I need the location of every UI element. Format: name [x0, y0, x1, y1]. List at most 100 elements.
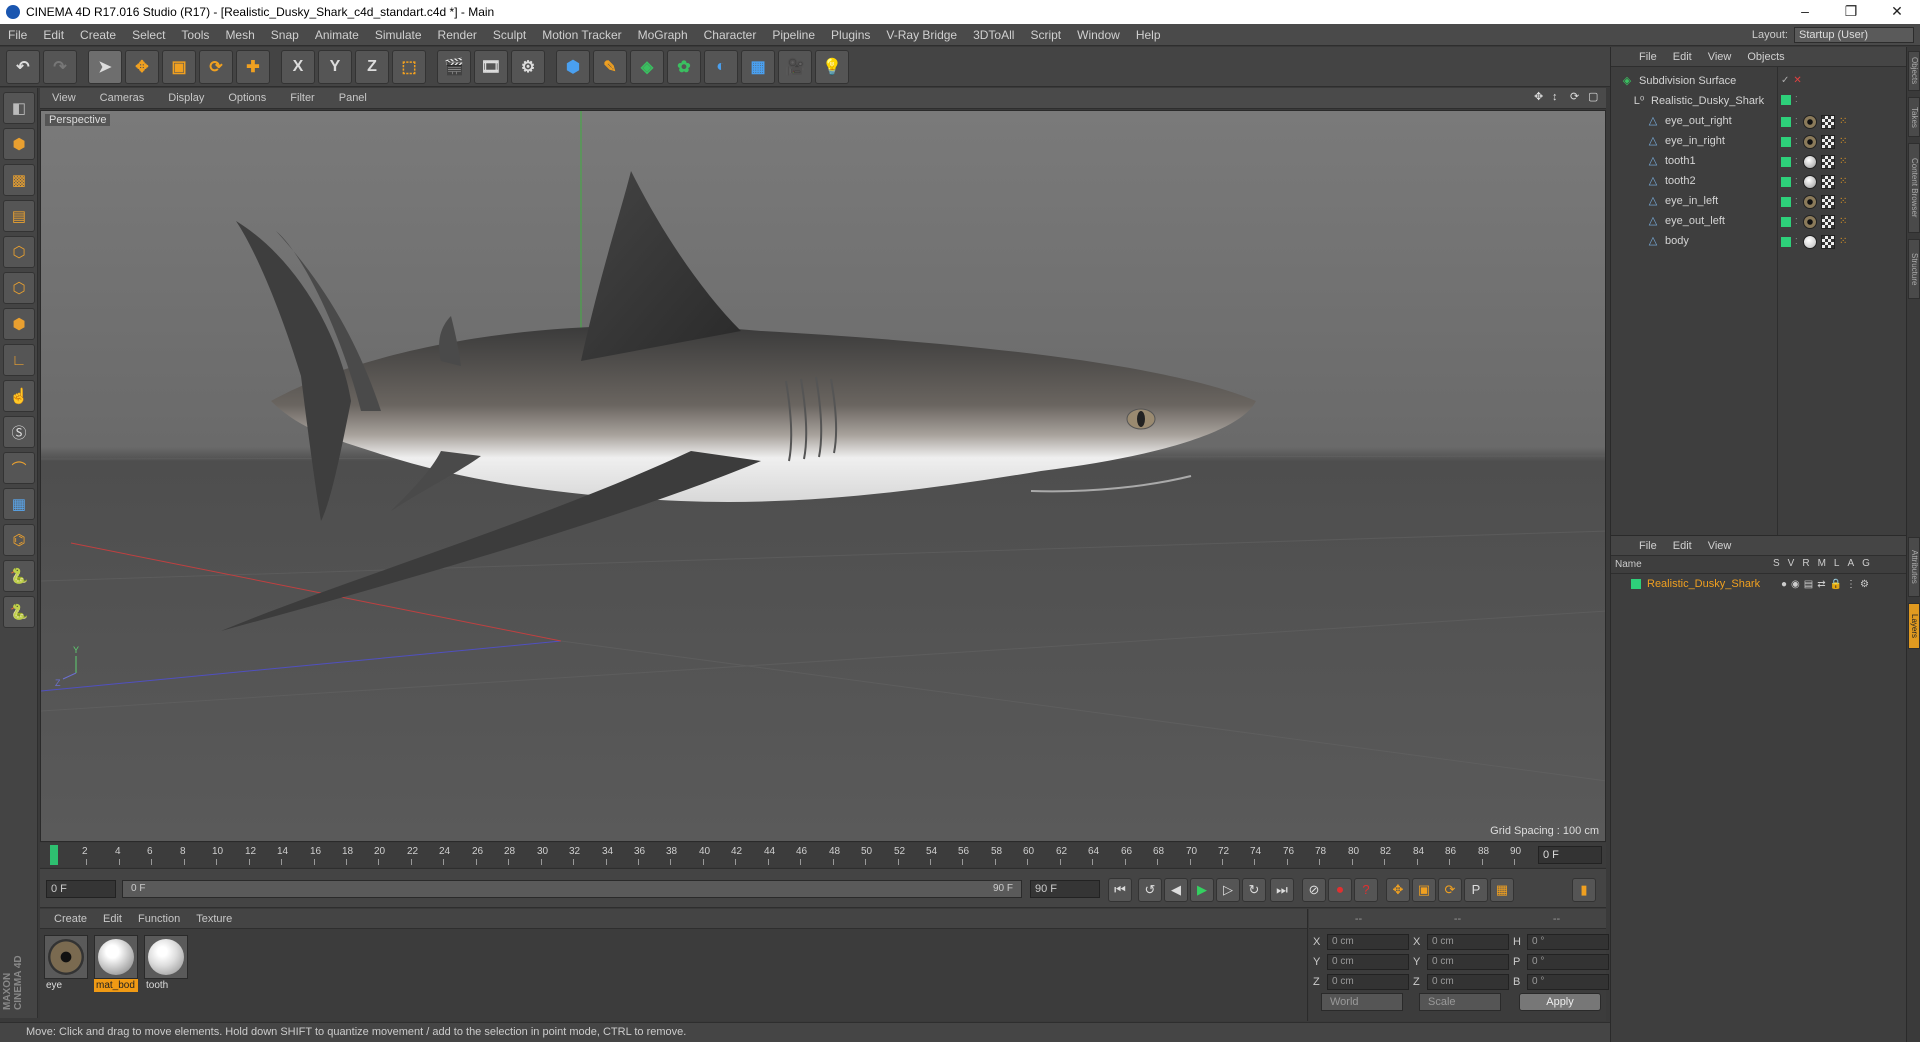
material-tag-icon[interactable]	[1803, 135, 1817, 149]
menu-tools[interactable]: Tools	[173, 28, 217, 42]
selection-tag-icon[interactable]: ⁙	[1839, 215, 1853, 229]
tab-content-browser[interactable]: Content Browser	[1908, 143, 1920, 233]
pos-z-field[interactable]: 0 cm	[1327, 974, 1409, 990]
goto-start-icon[interactable]: ⏮	[1108, 878, 1132, 902]
solo-column-header[interactable]: S	[1773, 558, 1780, 569]
recent-tool-icon[interactable]: ✚	[236, 49, 270, 84]
tab-structure[interactable]: Structure	[1908, 239, 1920, 299]
rot-b-field[interactable]: 0 °	[1527, 974, 1609, 990]
visibility-dots-icon[interactable]: ⁚	[1795, 177, 1799, 187]
preview-range-slider[interactable]: 0 F 90 F	[122, 880, 1022, 898]
object-row-eye-in-left[interactable]: △ eye_in_left ⁚ ⁙	[1611, 191, 1907, 211]
spline-pen-icon[interactable]: ✎	[593, 49, 627, 84]
uvw-tag-icon[interactable]	[1821, 235, 1835, 249]
key-pla-icon[interactable]: ▦	[1490, 878, 1514, 902]
manager-column-header[interactable]: M	[1818, 558, 1826, 569]
layer-color-swatch[interactable]	[1781, 95, 1791, 105]
layer-row-realistic-dusky-shark[interactable]: Realistic_Dusky_Shark ●◉▤⇄🔒⋮⚙	[1611, 574, 1907, 594]
menu-snap[interactable]: Snap	[263, 28, 307, 42]
objects-menu-edit[interactable]: Edit	[1665, 51, 1700, 63]
objects-menu-view[interactable]: View	[1700, 51, 1740, 63]
menu-script[interactable]: Script	[1022, 28, 1069, 42]
visibility-dots-icon[interactable]: ⁚	[1795, 117, 1799, 127]
menu-mograph[interactable]: MoGraph	[630, 28, 696, 42]
coordinate-space-dropdown[interactable]: World	[1321, 993, 1403, 1011]
menu-render[interactable]: Render	[430, 28, 485, 42]
model-mode-icon[interactable]: ⬢	[3, 128, 35, 160]
menu-select[interactable]: Select	[124, 28, 173, 42]
selection-tag-icon[interactable]: ⁙	[1839, 135, 1853, 149]
object-row-subdivision-surface[interactable]: ◈ Subdivision Surface ✓ ✕	[1611, 71, 1907, 91]
locked-column-header[interactable]: L	[1834, 558, 1840, 569]
tweak-mode-icon[interactable]: ☝	[3, 380, 35, 412]
apply-button[interactable]: Apply	[1519, 993, 1601, 1011]
layers-menu-edit[interactable]: Edit	[1665, 540, 1700, 552]
menu-character[interactable]: Character	[696, 28, 765, 42]
key-scale-icon[interactable]: ▣	[1412, 878, 1436, 902]
rotate-icon[interactable]: ⟳	[199, 49, 233, 84]
menu-create[interactable]: Create	[72, 28, 124, 42]
menu-file[interactable]: File	[0, 28, 35, 42]
undo-icon[interactable]: ↶	[6, 49, 40, 84]
size-z-field[interactable]: 0 cm	[1427, 974, 1509, 990]
material-tag-icon[interactable]	[1803, 175, 1817, 189]
axis-mode-icon[interactable]: ∟	[3, 344, 35, 376]
object-row-body[interactable]: △ body ⁚ ⁙	[1611, 231, 1907, 251]
live-selection-icon[interactable]: ➤	[88, 49, 122, 84]
viewport-menu-options[interactable]: Options	[216, 92, 278, 104]
keyframe-selection-icon[interactable]: ?	[1354, 878, 1378, 902]
layer-color-swatch[interactable]	[1781, 157, 1791, 167]
end-frame-field[interactable]: 90 F	[1030, 880, 1100, 898]
object-row-eye-out-right[interactable]: △ eye_out_right ⁚ ⁙	[1611, 111, 1907, 131]
layer-color-swatch[interactable]	[1781, 177, 1791, 187]
camera-icon[interactable]: 🎥	[778, 49, 812, 84]
deformer-icon[interactable]: ◐	[704, 49, 738, 84]
objects-menu-objects[interactable]: Objects	[1739, 51, 1792, 63]
scale-icon[interactable]: ▣	[162, 49, 196, 84]
restore-button[interactable]: ❐	[1828, 0, 1874, 24]
z-axis-lock-button[interactable]: Z	[355, 49, 389, 84]
playhead-marker[interactable]	[50, 845, 58, 865]
material-tag-icon[interactable]	[1803, 195, 1817, 209]
locked-workplane-icon[interactable]: ⌬	[3, 524, 35, 556]
timeline-window-icon[interactable]: ▮	[1572, 878, 1596, 902]
rot-h-field[interactable]: 0 °	[1527, 934, 1609, 950]
viewport-menu-display[interactable]: Display	[156, 92, 216, 104]
key-rotation-icon[interactable]: ⟳	[1438, 878, 1462, 902]
check-icon[interactable]: ✓	[1781, 75, 1789, 86]
rot-p-field[interactable]: 0 °	[1527, 954, 1609, 970]
selection-tag-icon[interactable]: ⁙	[1839, 195, 1853, 209]
visibility-dots-icon[interactable]: ⁚	[1795, 137, 1799, 147]
animation-column-header[interactable]: A	[1847, 558, 1854, 569]
play-forward-icon[interactable]: ▶	[1190, 878, 1214, 902]
disable-icon[interactable]: ✕	[1793, 75, 1801, 86]
selection-tag-icon[interactable]: ⁙	[1839, 235, 1853, 249]
uvw-tag-icon[interactable]	[1821, 135, 1835, 149]
coordinate-system-icon[interactable]: ⬚	[392, 49, 426, 84]
current-frame-field[interactable]: 0 F	[1538, 846, 1602, 864]
menu-window[interactable]: Window	[1069, 28, 1128, 42]
size-x-field[interactable]: 0 cm	[1427, 934, 1509, 950]
material-menu-create[interactable]: Create	[46, 913, 95, 925]
orbit-view-icon[interactable]: ⟳	[1570, 91, 1582, 103]
layer-color-swatch[interactable]	[1781, 117, 1791, 127]
solo-mode-icon[interactable]: Ⓢ	[3, 416, 35, 448]
material-menu-edit[interactable]: Edit	[95, 913, 130, 925]
object-row-realistic-dusky-shark[interactable]: L⁰ Realistic_Dusky_Shark ⁚	[1611, 91, 1907, 111]
start-frame-field[interactable]: 0 F	[46, 880, 116, 898]
material-menu-function[interactable]: Function	[130, 913, 188, 925]
visibility-dots-icon[interactable]: ⁚	[1795, 95, 1799, 105]
timeline-ruler[interactable]: 0246810121416182022242628303234363840424…	[40, 843, 1606, 867]
generators-column-header[interactable]: G	[1862, 558, 1870, 569]
render-view-icon[interactable]: 🎬	[437, 49, 471, 84]
object-row-eye-out-left[interactable]: △ eye_out_left ⁚ ⁙	[1611, 211, 1907, 231]
cube-primitive-icon[interactable]: ⬢	[556, 49, 590, 84]
viewport-menu-panel[interactable]: Panel	[327, 92, 379, 104]
menu-help[interactable]: Help	[1128, 28, 1169, 42]
workplane-mode-icon[interactable]: ▤	[3, 200, 35, 232]
pos-x-field[interactable]: 0 cm	[1327, 934, 1409, 950]
python-script-icon[interactable]: 🐍	[3, 596, 35, 628]
python-icon[interactable]: 🐍	[3, 560, 35, 592]
floor-icon[interactable]: ▦	[741, 49, 775, 84]
view-column-header[interactable]: V	[1788, 558, 1795, 569]
